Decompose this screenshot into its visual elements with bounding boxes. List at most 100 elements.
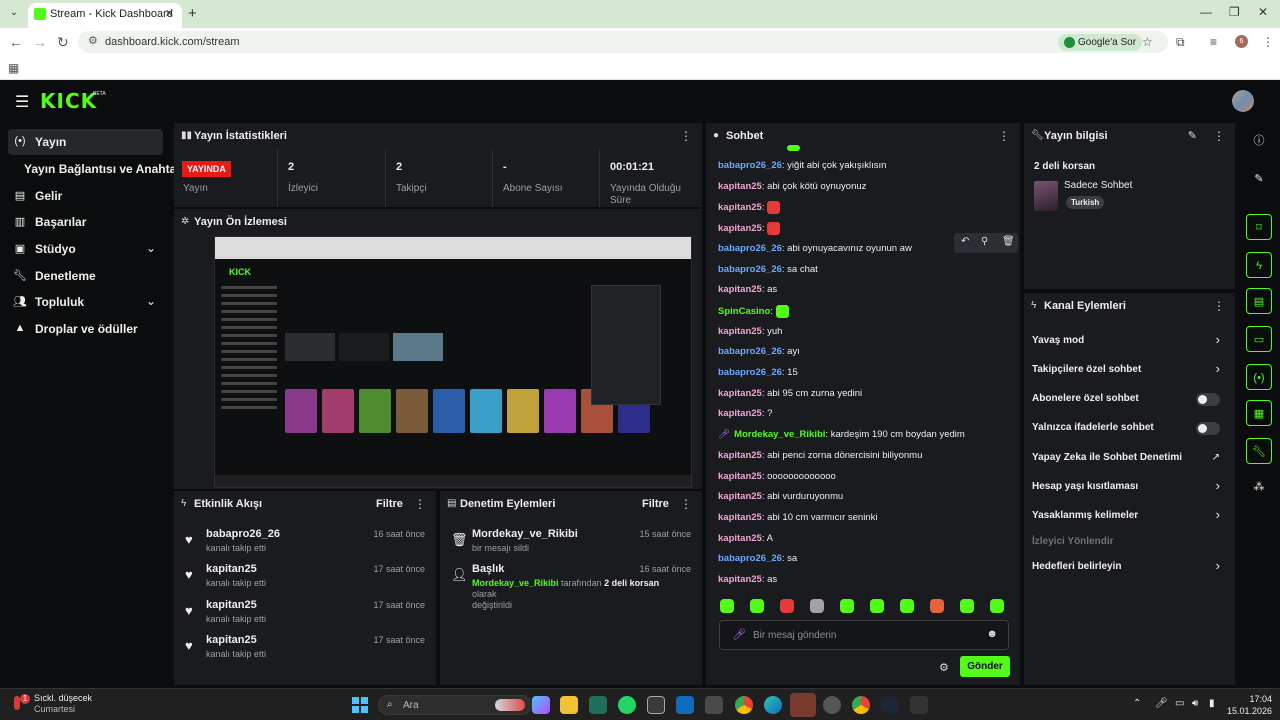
- filter-button[interactable]: Filtre: [642, 498, 669, 510]
- bookmark-star-icon[interactable]: ☆: [1142, 35, 1153, 49]
- chat-input[interactable]: 🎤︎ Bir mesaj gönderin ☻: [719, 620, 1009, 650]
- url-bar[interactable]: ⚙ dashboard.kick.com/stream: [78, 31, 1168, 53]
- category-thumbnail[interactable]: [1034, 181, 1058, 211]
- chat-username[interactable]: kapitan25: [718, 574, 762, 585]
- extensions-icon[interactable]: ⧉: [1176, 35, 1185, 50]
- window-close-icon[interactable]: ✕: [1258, 5, 1268, 19]
- event-user[interactable]: kapitan25: [206, 563, 257, 575]
- quick-emote[interactable]: [750, 599, 764, 613]
- filter-button[interactable]: Filtre: [376, 498, 403, 510]
- chat-username[interactable]: babapro26_26: [718, 346, 782, 357]
- chat-bubble-icon[interactable]: ▭: [1246, 326, 1272, 352]
- file-explorer-icon[interactable]: [560, 696, 578, 714]
- reading-list-icon[interactable]: ≡: [1210, 35, 1217, 49]
- forward-icon[interactable]: →: [33, 34, 47, 50]
- chat-username[interactable]: babapro26_26: [718, 553, 782, 564]
- quick-emote[interactable]: [810, 599, 824, 613]
- subscribers-only-toggle[interactable]: [1196, 393, 1220, 406]
- app-icon[interactable]: [910, 696, 928, 714]
- steam-icon[interactable]: [881, 696, 899, 714]
- chat-settings-gear-icon[interactable]: ⚙: [939, 661, 949, 674]
- chat-username[interactable]: babapro26_26: [718, 160, 782, 171]
- browser-menu-icon[interactable]: ⋮: [1262, 35, 1274, 49]
- kick-logo[interactable]: KICK: [40, 89, 97, 113]
- chat-username[interactable]: babapro26_26: [718, 243, 782, 254]
- chat-username[interactable]: babapro26_26: [718, 367, 782, 378]
- store-icon[interactable]: [705, 696, 723, 714]
- layout-icon[interactable]: ▦: [1246, 400, 1272, 426]
- google-ask-button[interactable]: Google'a Sor: [1058, 34, 1143, 51]
- emoji-icon[interactable]: ☻: [986, 628, 998, 640]
- wrench-icon[interactable]: 🔧︎: [1246, 438, 1272, 464]
- action-account-age[interactable]: Hesap yaşı kısıtlaması ›: [1032, 477, 1224, 497]
- chat-username[interactable]: kapitan25: [718, 284, 762, 295]
- document-icon[interactable]: ▤: [1246, 288, 1272, 314]
- chrome-icon[interactable]: [735, 696, 753, 714]
- more-options-icon[interactable]: ⋮: [680, 129, 692, 143]
- chat-username[interactable]: kapitan25: [718, 408, 762, 419]
- chrome-icon[interactable]: [852, 696, 870, 714]
- chat-username[interactable]: kapitan25: [718, 491, 762, 502]
- sidebar-item-stream-key[interactable]: Yayın Bağlantısı ve Anahtarı: [8, 156, 184, 182]
- weather-icon[interactable]: 1: [12, 694, 30, 712]
- more-options-icon[interactable]: ⋮: [1213, 129, 1225, 143]
- event-user[interactable]: kapitan25: [206, 599, 257, 611]
- new-tab-icon[interactable]: +: [188, 5, 197, 22]
- site-info-icon[interactable]: ⚙: [88, 34, 98, 47]
- action-ai-moderation[interactable]: Yapay Zeka ile Sohbet Denetimi ↗: [1032, 448, 1224, 468]
- user-avatar[interactable]: [1232, 90, 1254, 112]
- quick-emote[interactable]: [960, 599, 974, 613]
- sidebar-item-studyo[interactable]: ▣ Stüdyo ⌄: [8, 236, 163, 262]
- minimize-icon[interactable]: —: [1200, 5, 1212, 19]
- browser-tab[interactable]: Stream - Kick Dashboard ✕: [28, 3, 182, 28]
- send-button[interactable]: Gönder: [960, 656, 1010, 677]
- chat-username[interactable]: kapitan25: [718, 181, 762, 192]
- broadcast-icon[interactable]: (•): [1246, 364, 1272, 390]
- back-icon[interactable]: ←: [9, 34, 23, 50]
- quick-emote[interactable]: [720, 599, 734, 613]
- info-icon[interactable]: ⓘ: [1246, 128, 1272, 154]
- lightning-icon[interactable]: ϟ: [1246, 252, 1272, 278]
- apps-grid-icon[interactable]: ▦: [8, 61, 19, 75]
- microphone-icon[interactable]: 🎤︎: [1155, 698, 1168, 709]
- mail-icon[interactable]: [676, 696, 694, 714]
- event-user[interactable]: babapro26_26: [206, 528, 280, 540]
- delete-icon[interactable]: 🗑︎: [1002, 236, 1015, 247]
- edge-icon[interactable]: [764, 696, 782, 714]
- sidebar-item-yayin[interactable]: (•) Yayın: [8, 129, 163, 155]
- sidebar-item-droplar[interactable]: ▲ Droplar ve ödüller: [8, 316, 163, 342]
- chat-username[interactable]: SpinCasino: [718, 306, 770, 317]
- event-user[interactable]: Mordekay_ve_Rikibi: [472, 528, 578, 540]
- action-followers-only[interactable]: Takipçilere özel sohbet ›: [1032, 360, 1224, 380]
- mic-icon[interactable]: 🎤︎: [732, 628, 746, 641]
- quick-emote[interactable]: [900, 599, 914, 613]
- quick-emote[interactable]: [930, 599, 944, 613]
- app-icon[interactable]: [589, 696, 607, 714]
- tab-search-chevron-icon[interactable]: ⌄: [6, 5, 22, 21]
- sidebar-item-basarilar[interactable]: ▥ Başarılar: [8, 209, 163, 235]
- chat-username[interactable]: Mordekay_ve_Rikibi: [734, 429, 825, 440]
- taskbar-search[interactable]: ⌕ Ara: [378, 695, 532, 715]
- quick-emote[interactable]: [780, 599, 794, 613]
- more-options-icon[interactable]: ⋮: [998, 129, 1010, 143]
- restore-icon[interactable]: ❐: [1229, 5, 1240, 19]
- quick-emote[interactable]: [990, 599, 1004, 613]
- sidebar-item-gelir[interactable]: ▤ Gelir: [8, 183, 163, 209]
- menu-hamburger-icon[interactable]: ☰: [15, 92, 29, 112]
- chat-username[interactable]: kapitan25: [718, 223, 762, 234]
- event-user-link[interactable]: Mordekay_ve_Rikibi: [472, 578, 559, 588]
- tray-chevron-icon[interactable]: ⌃: [1133, 698, 1141, 709]
- edit-pencil-icon[interactable]: ✎: [1246, 166, 1272, 192]
- app-icon[interactable]: [647, 696, 665, 714]
- quick-emote[interactable]: [840, 599, 854, 613]
- edit-pencil-icon[interactable]: ✎: [1188, 129, 1197, 142]
- shapes-icon[interactable]: ⁂: [1246, 474, 1272, 500]
- chat-username[interactable]: kapitan25: [718, 471, 762, 482]
- system-clock[interactable]: 17:04 15.01.2026: [1226, 693, 1272, 717]
- category-name[interactable]: Sadece Sohbet: [1064, 180, 1132, 191]
- whatsapp-icon[interactable]: [618, 696, 636, 714]
- tab-close-icon[interactable]: ✕: [165, 7, 174, 20]
- volume-icon[interactable]: 🔊︎: [1192, 698, 1198, 709]
- quick-emote[interactable]: [870, 599, 884, 613]
- action-banned-words[interactable]: Yasaklanmış kelimeler ›: [1032, 506, 1224, 526]
